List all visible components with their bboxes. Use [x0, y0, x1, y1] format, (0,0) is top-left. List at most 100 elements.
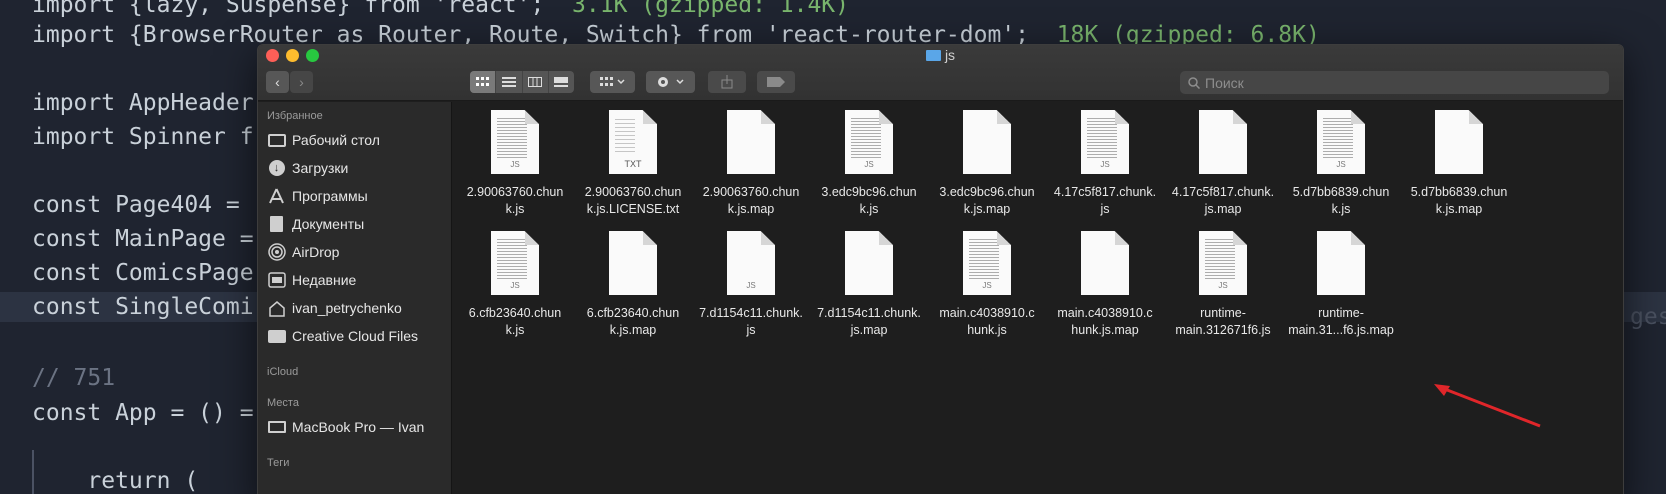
folder-icon [267, 328, 286, 345]
file-name: main.c4038910.c hunk.js [939, 306, 1035, 337]
file-name: 7.d1154c11.chunk. js.map [817, 306, 921, 337]
js-file-icon: JS [1317, 110, 1365, 174]
js-file-icon: JS [727, 231, 775, 295]
sidebar-item-home[interactable]: ivan_petrychenko [267, 297, 447, 319]
file-name: 5.d7bb6839.chun k.js [1292, 185, 1390, 216]
file-item[interactable]: 6.cfb23640.chun k.js.map [574, 231, 692, 339]
list-view-button[interactable] [496, 71, 523, 93]
code-line: return ( [32, 468, 199, 494]
code-line: const App = () = [32, 400, 254, 426]
tag-button[interactable] [757, 71, 795, 93]
grid-icon [475, 77, 489, 86]
share-icon [721, 75, 733, 89]
tag-icon [767, 77, 785, 87]
sidebar-item-downloads[interactable]: ↓ Загрузки [267, 157, 447, 179]
columns-icon [528, 77, 543, 87]
window-title: js [258, 47, 1623, 63]
js-file-icon: JS [491, 110, 539, 174]
action-menu-button[interactable] [646, 71, 695, 93]
file-item[interactable]: 4.17c5f817.chunk. js.map [1164, 110, 1282, 218]
icon-view-button[interactable] [470, 71, 497, 93]
file-item[interactable]: JS runtime-main.312671f6.js [1164, 231, 1282, 339]
sidebar-item-creative-cloud[interactable]: Creative Cloud Files [267, 325, 447, 347]
home-icon [267, 300, 286, 317]
code-line: import {lazy, Suspense} from 'react'; 3.… [32, 0, 849, 18]
file-item[interactable]: JS 5.d7bb6839.chun k.js [1282, 110, 1400, 218]
finder-window: js ‹ › Поиск Избранное Рабочий стол ↓ За… [257, 44, 1624, 494]
sidebar-item-documents[interactable]: Документы [267, 213, 447, 235]
search-icon [1188, 76, 1200, 89]
gallery-view-button[interactable] [549, 71, 574, 93]
map-file-icon [1199, 110, 1247, 174]
map-file-icon [727, 110, 775, 174]
map-file-icon [963, 110, 1011, 174]
code-fragment: ges [1630, 304, 1666, 330]
file-name: runtime-main.31...f6.js.map [1288, 306, 1394, 337]
view-mode-selector [470, 71, 574, 93]
file-item[interactable]: TXT 2.90063760.chun k.js.LICENSE.txt [574, 110, 692, 218]
file-item[interactable]: JS main.c4038910.c hunk.js [928, 231, 1046, 339]
back-button[interactable]: ‹ [266, 71, 289, 93]
js-file-icon: JS [1081, 110, 1129, 174]
code-line: const ComicsPage [32, 260, 254, 286]
file-item[interactable]: JS 3.edc9bc96.chun k.js [810, 110, 928, 218]
search-input[interactable] [1205, 74, 1585, 91]
file-item[interactable]: JS 6.cfb23640.chun k.js [456, 231, 574, 339]
file-item[interactable]: JS 7.d1154c11.chunk. js [692, 231, 810, 339]
applications-icon [267, 188, 286, 205]
sidebar-item-desktop[interactable]: Рабочий стол [267, 129, 447, 151]
file-name: runtime-main.312671f6.js [1175, 306, 1271, 337]
file-item[interactable]: runtime-main.31...f6.js.map [1282, 231, 1400, 339]
file-name: 5.d7bb6839.chun k.js.map [1410, 185, 1508, 216]
file-item[interactable]: main.c4038910.c hunk.js.map [1046, 231, 1164, 339]
sidebar-heading-favorites: Избранное [267, 110, 323, 122]
share-button[interactable] [708, 71, 746, 93]
file-item[interactable]: 5.d7bb6839.chun k.js.map [1400, 110, 1518, 218]
forward-button[interactable]: › [290, 71, 313, 93]
documents-icon [267, 216, 286, 233]
code-line: import Spinner f [32, 124, 254, 150]
sidebar: Избранное Рабочий стол ↓ Загрузки Програ… [258, 102, 452, 494]
map-file-icon [1317, 231, 1365, 295]
chevron-left-icon: ‹ [275, 74, 280, 90]
file-name: 6.cfb23640.chun k.js.map [586, 306, 680, 337]
downloads-icon: ↓ [267, 160, 286, 177]
sidebar-item-applications[interactable]: Программы [267, 185, 447, 207]
map-file-icon [845, 231, 893, 295]
txt-file-icon: TXT [609, 110, 657, 174]
file-name: 3.edc9bc96.chun k.js [821, 185, 917, 216]
file-name: 2.90063760.chun k.js.map [702, 185, 800, 216]
map-file-icon [1081, 231, 1129, 295]
sidebar-item-airdrop[interactable]: AirDrop [267, 241, 447, 263]
chevron-right-icon: › [299, 74, 304, 90]
toolbar: js ‹ › [258, 45, 1623, 101]
file-item[interactable]: 2.90063760.chun k.js.map [692, 110, 810, 218]
file-item[interactable]: JS 4.17c5f817.chunk. js [1046, 110, 1164, 218]
group-grid-icon [599, 77, 625, 86]
file-name: 7.d1154c11.chunk. js [699, 306, 803, 337]
recents-icon [267, 272, 286, 289]
file-name: main.c4038910.c hunk.js.map [1057, 306, 1153, 337]
file-item[interactable]: 3.edc9bc96.chun k.js.map [928, 110, 1046, 218]
laptop-icon [267, 419, 286, 436]
js-file-icon: JS [963, 231, 1011, 295]
code-line: import AppHeader [32, 90, 254, 116]
sidebar-heading-locations: Места [267, 397, 299, 409]
column-view-button[interactable] [523, 71, 549, 93]
gear-icon [657, 77, 684, 87]
file-item[interactable]: JS 2.90063760.chun k.js [456, 110, 574, 218]
search-field[interactable] [1180, 71, 1609, 94]
sidebar-item-recents[interactable]: Недавние [267, 269, 447, 291]
file-name: 2.90063760.chun k.js.LICENSE.txt [584, 185, 682, 216]
file-item[interactable]: 7.d1154c11.chunk. js.map [810, 231, 928, 339]
file-name: 3.edc9bc96.chun k.js.map [939, 185, 1035, 216]
file-name: 6.cfb23640.chun k.js [468, 306, 562, 337]
desktop-icon [267, 132, 286, 149]
map-file-icon [609, 231, 657, 295]
file-name: 2.90063760.chun k.js [466, 185, 564, 216]
group-by-button[interactable] [590, 71, 635, 93]
js-file-icon: JS [1199, 231, 1247, 295]
arrow-icon [1434, 384, 1541, 428]
sidebar-item-macbook[interactable]: MacBook Pro — Ivan [267, 416, 447, 438]
file-name: 4.17c5f817.chunk. js.map [1171, 185, 1275, 216]
